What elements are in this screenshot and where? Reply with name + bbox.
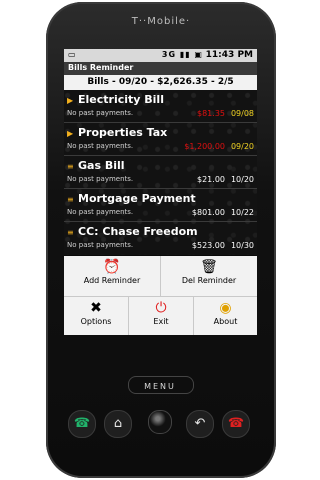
app-title-bar: Bills Reminder	[64, 62, 257, 75]
bill-amount: $21.00	[197, 175, 225, 184]
bill-amount: $801.00	[191, 208, 225, 217]
bills-summary-header: Bills - 09/20 - $2,626.35 - 2/5	[64, 75, 257, 90]
bill-note: No past payments.	[67, 109, 134, 117]
exit-label: Exit	[153, 317, 169, 326]
bill-date: 10/30	[230, 241, 254, 250]
android-screen: ▭ 3G ▮▮ ▣ 11:43 PM Bills Reminder Bills …	[64, 49, 257, 335]
due-soon-marker-icon: ▶	[67, 96, 74, 105]
carrier-logo: T··Mobile·	[131, 16, 191, 27]
call-icon: ☎	[73, 416, 91, 431]
back-icon: ↶	[194, 416, 206, 431]
del-reminder-button[interactable]: 🗑 Del Reminder	[161, 256, 257, 296]
bill-name: CC: Chase Freedom	[78, 225, 198, 238]
bill-note: No past payments.	[67, 241, 134, 249]
bill-date: 09/20	[230, 142, 254, 151]
bill-amount: $523.00	[191, 241, 225, 250]
eye-icon: ◉	[219, 300, 232, 316]
bill-amount: $81.35	[197, 109, 225, 118]
menu-key-label: MENU	[144, 382, 176, 391]
app-title: Bills Reminder	[68, 63, 134, 72]
about-label: About	[213, 317, 238, 326]
trash-can-icon: 🗑	[200, 259, 218, 275]
home-icon: ⌂	[113, 416, 123, 431]
bill-amount: $1,200.00	[184, 142, 225, 151]
status-time: 11:43 PM	[205, 50, 253, 60]
bill-date: 10/22	[230, 208, 254, 217]
back-button[interactable]: ↶	[186, 410, 214, 438]
del-reminder-label: Del Reminder	[181, 276, 237, 285]
power-icon: ⏻	[155, 300, 167, 316]
bill-row-cc-chase-freedom[interactable]: ≡ CC: Chase Freedom No past payments. $5…	[64, 222, 257, 254]
call-button[interactable]: ☎	[68, 410, 96, 438]
bill-row-mortgage[interactable]: ≡ Mortgage Payment No past payments. $80…	[64, 189, 257, 222]
list-marker-icon: ≡	[67, 162, 74, 171]
bill-row-electricity[interactable]: ▶ Electricity Bill No past payments. $81…	[64, 90, 257, 123]
bill-name: Mortgage Payment	[78, 192, 196, 205]
end-call-icon: ☎	[227, 416, 245, 431]
options-button[interactable]: ✖ Options	[64, 297, 128, 335]
about-button[interactable]: ◉ About	[194, 297, 257, 335]
trackball[interactable]	[148, 410, 172, 434]
bill-row-properties-tax[interactable]: ▶ Properties Tax No past payments. $1,20…	[64, 123, 257, 156]
add-reminder-label: Add Reminder	[83, 276, 141, 285]
bill-name: Gas Bill	[78, 159, 125, 172]
bill-row-gas[interactable]: ≡ Gas Bill No past payments. $21.00 10/2…	[64, 156, 257, 189]
home-button[interactable]: ⌂	[104, 410, 132, 438]
sim-icon: ▭	[68, 50, 76, 59]
bill-date: 09/08	[230, 109, 254, 118]
status-bar: ▭ 3G ▮▮ ▣ 11:43 PM	[64, 49, 257, 62]
bill-note: No past payments.	[67, 175, 134, 183]
options-menu: ⏰ Add Reminder 🗑 Del Reminder ✖ Options …	[64, 256, 257, 335]
list-marker-icon: ≡	[67, 195, 74, 204]
signal-battery-icons: 3G ▮▮ ▣	[161, 50, 203, 59]
options-label: Options	[80, 317, 112, 326]
due-soon-marker-icon: ▶	[67, 129, 74, 138]
clock-plus-icon: ⏰	[103, 259, 121, 275]
add-reminder-button[interactable]: ⏰ Add Reminder	[64, 256, 160, 296]
bill-date: 10/20	[230, 175, 254, 184]
tools-icon: ✖	[90, 300, 102, 316]
bill-name: Properties Tax	[78, 126, 168, 139]
list-marker-icon: ≡	[67, 228, 74, 237]
end-call-button[interactable]: ☎	[222, 410, 250, 438]
bill-note: No past payments.	[67, 142, 134, 150]
bill-note: No past payments.	[67, 208, 134, 216]
exit-button[interactable]: ⏻ Exit	[129, 297, 193, 335]
bills-list[interactable]: ▶ Electricity Bill No past payments. $81…	[64, 90, 257, 255]
bill-name: Electricity Bill	[78, 93, 164, 106]
